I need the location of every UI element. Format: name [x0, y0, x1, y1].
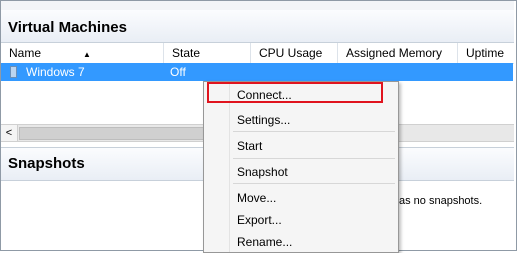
- column-header-state[interactable]: State: [164, 43, 251, 63]
- vm-row-selected[interactable]: Windows 7 Off: [1, 63, 513, 81]
- scrollbar-thumb[interactable]: [19, 127, 209, 140]
- menu-separator: [233, 158, 395, 159]
- top-strip: [1, 1, 514, 10]
- column-header-state-label: State: [172, 46, 201, 60]
- menu-item-start[interactable]: Start: [237, 139, 262, 153]
- menu-separator: [233, 131, 395, 132]
- snapshots-empty-message: as no snapshots.: [399, 195, 483, 207]
- menu-separator: [233, 183, 395, 184]
- menu-item-snapshot[interactable]: Snapshot: [237, 165, 288, 179]
- vm-column-headers: Name ▲ State CPU Usage Assigned Memory U…: [1, 43, 514, 64]
- column-header-uptime[interactable]: Uptime: [458, 43, 514, 63]
- vm-state: Off: [170, 65, 186, 79]
- virtual-machine-icon: [10, 66, 17, 78]
- virtual-machines-title: Virtual Machines: [8, 19, 127, 36]
- sort-ascending-icon: ▲: [83, 50, 91, 59]
- context-menu: Connect... Settings... Start Snapshot Mo…: [203, 81, 399, 253]
- column-header-name[interactable]: Name ▲: [1, 43, 164, 63]
- column-header-memory-label: Assigned Memory: [346, 46, 443, 60]
- menu-item-rename[interactable]: Rename...: [237, 235, 292, 249]
- virtual-machines-header: Virtual Machines: [1, 10, 514, 43]
- menu-item-move[interactable]: Move...: [237, 191, 276, 205]
- column-header-assigned-memory[interactable]: Assigned Memory: [338, 43, 458, 63]
- column-header-cpu-usage[interactable]: CPU Usage: [251, 43, 338, 63]
- column-header-cpu-label: CPU Usage: [259, 46, 323, 60]
- scroll-left-arrow-icon[interactable]: <: [1, 125, 18, 141]
- vm-name: Windows 7: [26, 65, 85, 79]
- menu-gutter: [229, 82, 230, 252]
- snapshots-title: Snapshots: [8, 155, 85, 172]
- column-header-name-label: Name: [9, 46, 42, 60]
- menu-item-settings[interactable]: Settings...: [237, 113, 290, 127]
- connect-highlight-box: [207, 82, 383, 103]
- menu-item-export[interactable]: Export...: [237, 213, 282, 227]
- column-header-uptime-label: Uptime: [466, 46, 505, 60]
